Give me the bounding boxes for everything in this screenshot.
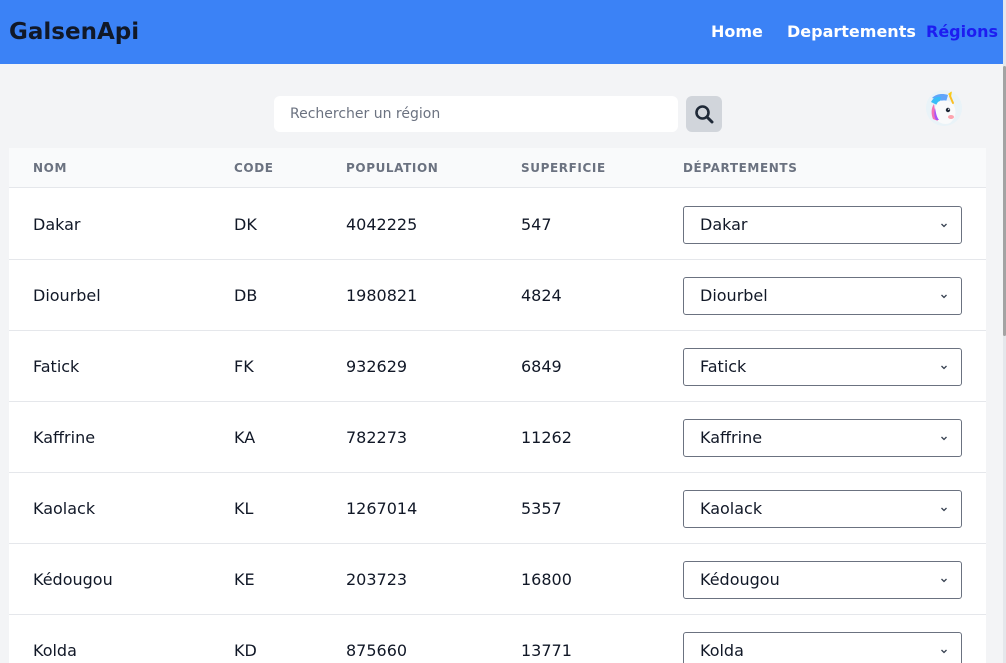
column-header-nom: NOM [33,161,67,175]
cell-code: KE [234,570,255,589]
cell-code: FK [234,357,254,376]
cell-population: 782273 [346,428,408,447]
cell-code: KD [234,641,257,660]
cell-code: DK [234,215,257,234]
cell-nom: Kaolack [33,499,96,518]
brand-logo[interactable]: GalsenApi [9,16,139,48]
cell-superficie: 6849 [521,357,562,376]
cell-superficie: 13771 [521,641,572,660]
cell-population: 1267014 [346,499,418,518]
cell-nom: Dakar [33,215,81,234]
departements-select[interactable]: Kaffrine [683,419,962,457]
select-value: Fatick [700,357,747,376]
cell-superficie: 16800 [521,570,572,589]
chevron-down-icon [941,365,947,370]
table-row: Kaolack KL 1267014 5357 Kaolack [9,473,986,544]
departements-select[interactable]: Kolda [683,632,962,663]
search-icon [695,105,714,124]
select-value: Dakar [700,215,748,234]
departements-select[interactable]: Dakar [683,206,962,244]
column-header-superficie: SUPERFICIE [521,161,606,175]
table-row: Kaffrine KA 782273 11262 Kaffrine [9,402,986,473]
select-value: Kaolack [700,499,763,518]
cell-population: 4042225 [346,215,418,234]
cell-population: 203723 [346,570,408,589]
table-row: Kolda KD 875660 13771 Kolda [9,615,986,663]
cell-superficie: 11262 [521,428,572,447]
chevron-down-icon [941,578,947,583]
cell-population: 932629 [346,357,408,376]
chevron-down-icon [941,294,947,299]
table-header: NOM CODE POPULATION SUPERFICIE DÉPARTEME… [9,148,986,188]
select-value: Kaffrine [700,428,763,447]
column-header-departements: DÉPARTEMENTS [683,161,798,175]
cell-nom: Kédougou [33,570,113,589]
unicorn-avatar-icon [926,90,962,126]
select-value: Kédougou [700,570,780,589]
cell-nom: Fatick [33,357,80,376]
cell-code: KL [234,499,254,518]
cell-superficie: 4824 [521,286,562,305]
cell-nom: Kolda [33,641,77,660]
table-row: Dakar DK 4042225 547 Dakar [9,189,986,260]
table-row: Fatick FK 932629 6849 Fatick [9,331,986,402]
cell-nom: Diourbel [33,286,101,305]
departements-select[interactable]: Fatick [683,348,962,386]
search-button[interactable] [686,96,722,132]
cell-population: 1980821 [346,286,418,305]
cell-superficie: 547 [521,215,552,234]
chevron-down-icon [941,436,947,441]
nav-home-link[interactable]: Home [711,22,763,42]
column-header-population: POPULATION [346,161,439,175]
cell-code: KA [234,428,256,447]
table-row: Kédougou KE 203723 16800 Kédougou [9,544,986,615]
cell-nom: Kaffrine [33,428,96,447]
departements-select[interactable]: Kaolack [683,490,962,528]
nav-departements-link[interactable]: Departements [787,22,916,42]
select-value: Kolda [700,641,744,660]
chevron-down-icon [941,223,947,228]
cell-code: DB [234,286,258,305]
cell-superficie: 5357 [521,499,562,518]
table-row: Diourbel DB 1980821 4824 Diourbel [9,260,986,331]
regions-table: NOM CODE POPULATION SUPERFICIE DÉPARTEME… [9,148,986,663]
search-input[interactable] [274,96,678,132]
column-header-code: CODE [234,161,274,175]
chevron-down-icon [941,649,947,654]
top-navbar: GalsenApi Home Departements Régions [0,0,1003,64]
chevron-down-icon [941,507,947,512]
departements-select[interactable]: Kédougou [683,561,962,599]
nav-regions-link[interactable]: Régions [926,22,998,42]
select-value: Diourbel [700,286,768,305]
cell-population: 875660 [346,641,408,660]
departements-select[interactable]: Diourbel [683,277,962,315]
user-avatar[interactable] [926,90,962,126]
